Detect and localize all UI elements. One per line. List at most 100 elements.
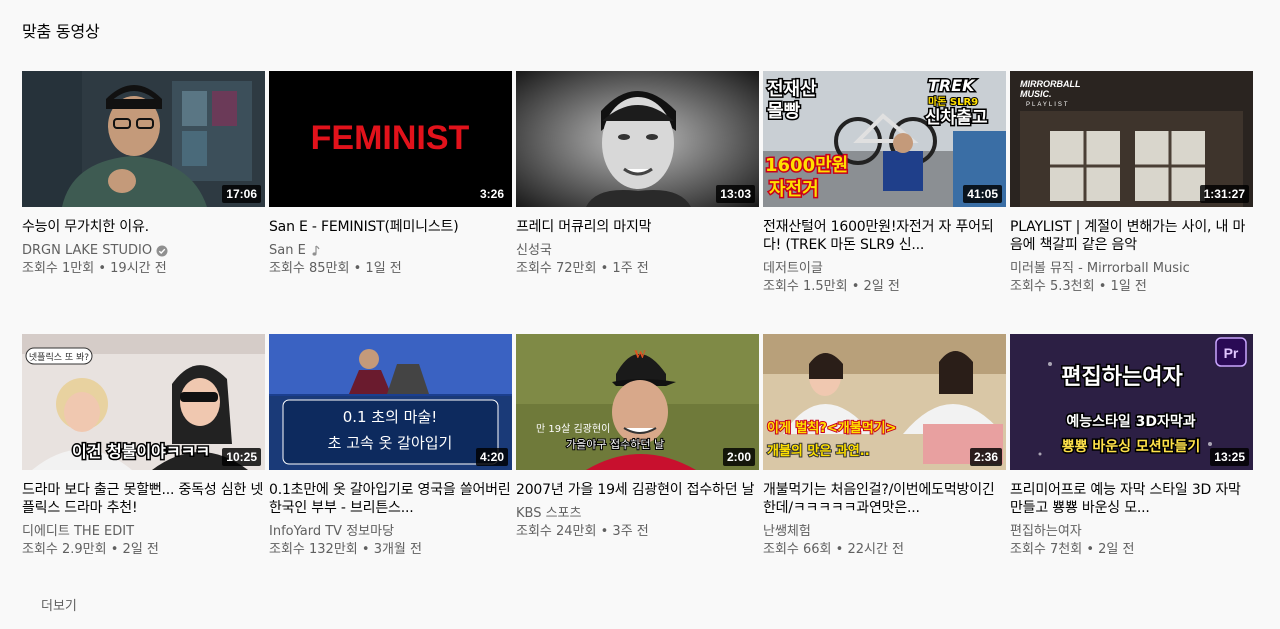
view-count: 조회수 132만회 [269,542,358,557]
upload-age: 2일 전 [1098,542,1135,557]
channel-name[interactable]: DRGN LAKE STUDIO [22,242,265,260]
view-count: 조회수 2.9만회 [22,542,107,557]
channel-label[interactable]: InfoYard TV 정보마당 [269,523,394,541]
channel-label[interactable]: 데저트이글 [763,260,823,278]
video-card[interactable]: FEMINIST 3:26 San E - FEMINIST(페미니스트) Sa… [269,71,512,314]
video-card[interactable]: 이게 벌칙?<개불먹기> 개불의 맛은 과연.. 2:36 개불먹기는 처음인걸… [763,334,1006,577]
thumbnail-text: MIRRORBALL [1020,79,1081,89]
video-title[interactable]: 프레디 머큐리의 마지막 [516,218,759,236]
video-title[interactable]: 드라마 보다 출근 못할뻔... 중독성 심한 넷플릭스 드라마 추천! [22,481,265,517]
video-title[interactable]: 프리미어프로 예능 자막 스타일 3D 자막 만들고 뿅뿅 바운싱 모... [1010,481,1253,517]
channel-name[interactable]: KBS 스포츠 [516,505,759,523]
video-title[interactable]: 전재산털어 1600만원!자전거 자 푸어되다! (TREK 마돈 SLR9 신… [763,218,1006,254]
channel-name[interactable]: 편집하는여자 [1010,523,1253,541]
video-meta: 조회수 1.5만회 • 2일 전 [763,279,900,294]
recommended-section: 맞춤 동영상 17:06 수능이 무가치한 이유. DRGN LAKE STUD… [0,0,1280,629]
thumbnail-text: 0.1 초의 마술! [343,408,438,426]
thumbnail-text: 마돈 SLR9 [928,95,978,108]
thumbnail-text: 예능스타일 3D자막과 [1066,413,1195,430]
video-thumbnail[interactable]: 전재산 몰빵 TREK 마돈 SLR9 신차출고 1600만원 자전거 41:0… [763,71,1006,207]
thumbnail-text: 개불의 맛은 과연.. [767,443,870,459]
video-thumbnail[interactable]: 넷플릭스 또 봐? 이건 청불이야ㅋㅋㅋ 10:25 [22,334,265,470]
video-title[interactable]: PLAYLIST | 계절이 변해가는 사이, 내 마음에 책갈피 같은 음악 [1010,218,1253,254]
channel-name[interactable]: InfoYard TV 정보마당 [269,523,512,541]
duration-badge: 4:20 [475,448,508,466]
upload-age: 22시간 전 [847,542,905,557]
view-count: 조회수 72만회 [516,261,597,276]
music-note-icon [312,245,320,256]
channel-label[interactable]: 편집하는여자 [1010,523,1082,541]
video-thumbnail[interactable]: 13:03 [516,71,759,207]
video-title[interactable]: 개불먹기는 처음인걸?/이번에도먹방이긴한데/ㅋㅋㅋㅋㅋ과연맛은... [763,481,1006,517]
channel-label[interactable]: 신성국 [516,242,552,260]
channel-name[interactable]: San E [269,242,512,260]
video-card[interactable]: MIRRORBALL MUSIC. PLAYLIST 1:31:27 PLAYL… [1010,71,1253,314]
view-count: 조회수 7천회 [1010,542,1083,557]
channel-name[interactable]: 디에디트 THE EDIT [22,523,265,541]
duration-badge: 13:25 [1210,448,1249,466]
upload-age: 1주 전 [612,261,649,276]
video-meta: 조회수 7천회 • 2일 전 [1010,542,1135,557]
video-card[interactable]: 넷플릭스 또 봐? 이건 청불이야ㅋㅋㅋ 10:25 드라마 보다 출근 못할뻔… [22,334,265,577]
thumbnail-text: FEMINIST [311,119,470,157]
video-title[interactable]: 수능이 무가치한 이유. [22,218,265,236]
thumbnail-text: 초 고속 옷 갈아입기 [328,434,453,452]
thumbnail-text: 이건 청불이야ㅋㅋㅋ [72,442,210,461]
duration-badge: 17:06 [222,185,261,203]
video-card[interactable]: W 만 19살 김광현이 가을야구 접수하던 날 2:00 2007년 가을 1… [516,334,759,577]
show-more-button[interactable]: 더보기 [41,595,77,614]
video-card[interactable]: 전재산 몰빵 TREK 마돈 SLR9 신차출고 1600만원 자전거 41:0… [763,71,1006,314]
thumbnail-text: 이게 벌칙?<개불먹기> [767,420,897,436]
verified-icon [156,245,168,257]
video-card[interactable]: 13:03 프레디 머큐리의 마지막 신성국 조회수 72만회 • 1주 전 [516,71,759,314]
channel-label[interactable]: DRGN LAKE STUDIO [22,242,152,260]
video-thumbnail[interactable]: W 만 19살 김광현이 가을야구 접수하던 날 2:00 [516,334,759,470]
video-thumbnail[interactable]: MIRRORBALL MUSIC. PLAYLIST 1:31:27 [1010,71,1253,207]
video-meta: 조회수 24만회 • 3주 전 [516,524,649,539]
upload-age: 19시간 전 [110,261,167,276]
video-meta: 조회수 5.3천회 • 1일 전 [1010,279,1147,294]
video-meta: 조회수 2.9만회 • 2일 전 [22,542,159,557]
thumbnail-text: PLAYLIST [1026,102,1070,108]
thumbnail-text: TREK [928,76,976,95]
upload-age: 1일 전 [365,261,402,276]
video-thumbnail[interactable]: FEMINIST 3:26 [269,71,512,207]
video-thumbnail[interactable]: 이게 벌칙?<개불먹기> 개불의 맛은 과연.. 2:36 [763,334,1006,470]
upload-age: 3주 전 [612,524,649,539]
channel-label[interactable]: 난쌩체험 [763,523,811,541]
duration-badge: 41:05 [963,185,1002,203]
thumbnail-text: Pr [1224,345,1239,361]
view-count: 조회수 85만회 [269,261,350,276]
channel-name[interactable]: 난쌩체험 [763,523,1006,541]
channel-name[interactable]: 데저트이글 [763,260,1006,278]
video-thumbnail[interactable]: Pr 편집하는여자 예능스타일 3D자막과 뿅뿅 바운싱 모션만들기 13:25 [1010,334,1253,470]
video-meta: 조회수 66회 • 22시간 전 [763,542,905,557]
video-thumbnail[interactable]: 0.1 초의 마술! 초 고속 옷 갈아입기 4:20 [269,334,512,470]
channel-name[interactable]: 신성국 [516,242,759,260]
channel-label[interactable]: KBS 스포츠 [516,505,581,523]
video-thumbnail[interactable]: 17:06 [22,71,265,207]
video-title[interactable]: San E - FEMINIST(페미니스트) [269,218,512,236]
thumbnail-text: 넷플릭스 또 봐? [29,351,89,363]
view-count: 조회수 5.3천회 [1010,279,1095,294]
channel-name[interactable]: 미러볼 뮤직 - Mirrorball Music [1010,260,1253,278]
video-card[interactable]: Pr 편집하는여자 예능스타일 3D자막과 뿅뿅 바운싱 모션만들기 13:25… [1010,334,1253,577]
duration-badge: 2:00 [722,448,755,466]
thumbnail-text: 신차출고 [925,108,988,128]
channel-label[interactable]: 디에디트 THE EDIT [22,523,134,541]
video-meta: 조회수 1만회 • 19시간 전 [22,261,167,276]
duration-badge: 2:36 [969,448,1002,466]
channel-label[interactable]: San E [269,242,306,260]
view-count: 조회수 1만회 [22,261,95,276]
video-card[interactable]: 0.1 초의 마술! 초 고속 옷 갈아입기 4:20 0.1초만에 옷 갈아입… [269,334,512,577]
channel-label[interactable]: 미러볼 뮤직 - Mirrorball Music [1010,260,1190,278]
video-meta: 조회수 132만회 • 3개월 전 [269,542,422,557]
video-card[interactable]: 17:06 수능이 무가치한 이유. DRGN LAKE STUDIO 조회수 … [22,71,265,314]
section-title: 맞춤 동영상 [22,22,100,41]
thumbnail-text: 전재산 [767,79,817,100]
video-title[interactable]: 2007년 가을 19세 김광현이 접수하던 날 [516,481,759,499]
video-title[interactable]: 0.1초만에 옷 갈아입기로 영국을 쓸어버린 한국인 부부 - 브리튼스... [269,481,512,517]
upload-age: 3개월 전 [373,542,422,557]
thumbnail-text: 몰빵 [767,101,801,122]
thumbnail-text: 뿅뿅 바운싱 모션만들기 [1062,438,1201,455]
